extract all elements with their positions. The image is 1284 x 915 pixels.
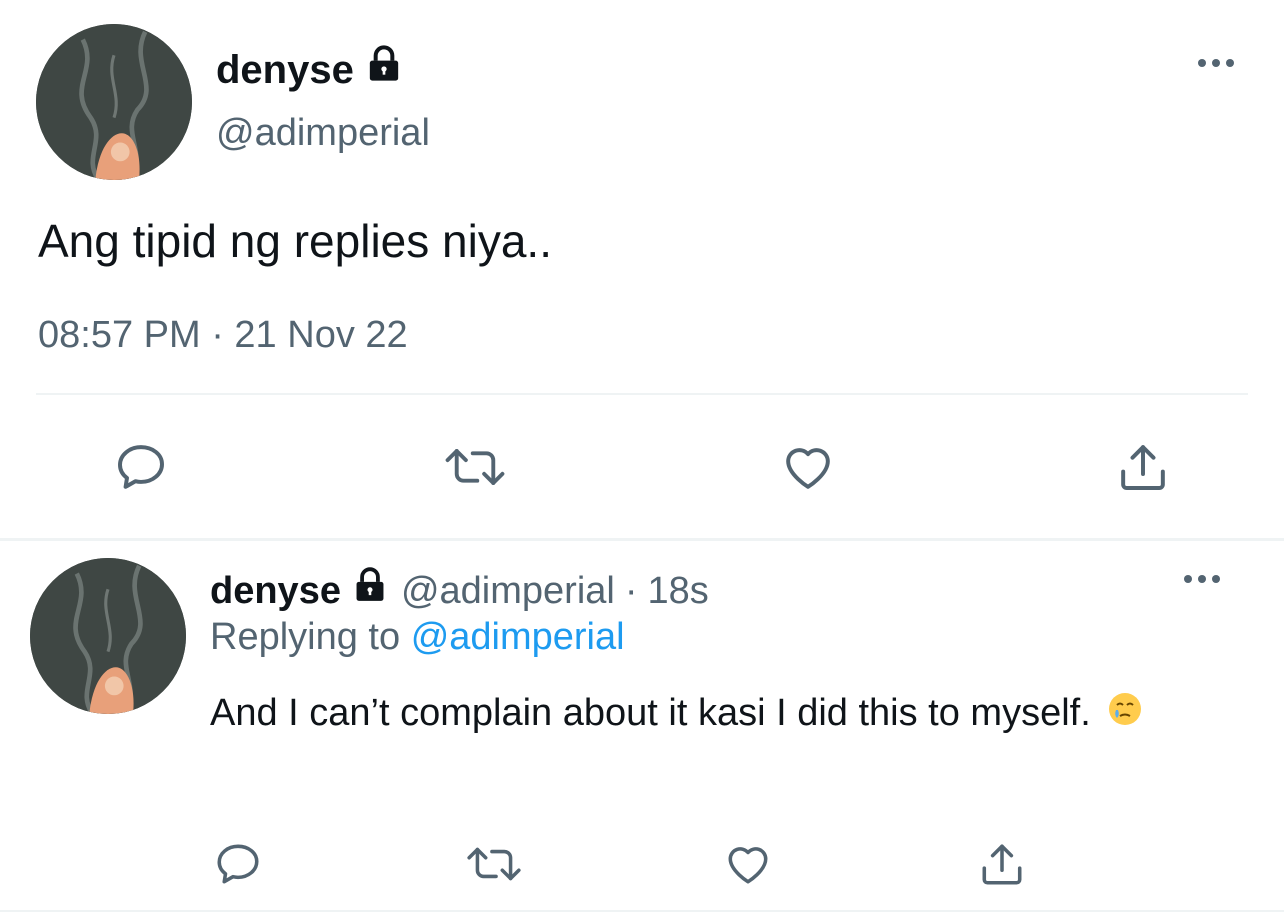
- retweet-icon[interactable]: [442, 436, 508, 498]
- tweet-text: And I can’t complain about it kasi I did…: [210, 692, 1091, 734]
- share-icon[interactable]: [1112, 436, 1174, 498]
- avatar[interactable]: [36, 24, 192, 180]
- replying-to: Replying to @adimperial: [210, 614, 625, 660]
- like-icon[interactable]: [720, 836, 776, 892]
- avatar-image: [30, 558, 186, 714]
- share-icon[interactable]: [974, 836, 1030, 892]
- tweet-timestamp[interactable]: 08:57 PM · 21 Nov 22: [38, 312, 408, 358]
- divider: [0, 538, 1284, 541]
- more-icon[interactable]: [1182, 572, 1222, 586]
- author-name[interactable]: denyse: [216, 44, 404, 95]
- display-name[interactable]: denyse: [216, 46, 354, 94]
- tweet-age[interactable]: 18s: [648, 568, 709, 614]
- divider: [36, 393, 1248, 395]
- author-handle[interactable]: @adimperial: [216, 110, 430, 156]
- reply-icon[interactable]: [210, 836, 266, 892]
- more-icon[interactable]: [1196, 56, 1236, 70]
- divider: [0, 910, 1284, 912]
- display-name[interactable]: denyse: [210, 568, 341, 614]
- lock-icon: [351, 566, 389, 615]
- like-icon[interactable]: [776, 436, 840, 498]
- tweet-text: Ang tipid ng replies niya..: [38, 215, 552, 267]
- tweet-text-container: And I can’t complain about it kasi I did…: [210, 680, 1210, 748]
- face-holding-back-tears-icon: [1107, 682, 1143, 748]
- avatar[interactable]: [30, 558, 186, 714]
- separator: ·: [624, 569, 638, 612]
- replying-prefix: Replying to: [210, 616, 401, 658]
- avatar-image: [36, 24, 192, 180]
- retweet-icon[interactable]: [464, 836, 524, 892]
- reply-header: denyse @adimperial · 18s: [210, 566, 709, 615]
- mention-link[interactable]: @adimperial: [411, 616, 625, 658]
- author-handle[interactable]: @adimperial: [401, 568, 615, 614]
- lock-icon: [364, 44, 404, 95]
- reply-icon[interactable]: [110, 436, 172, 498]
